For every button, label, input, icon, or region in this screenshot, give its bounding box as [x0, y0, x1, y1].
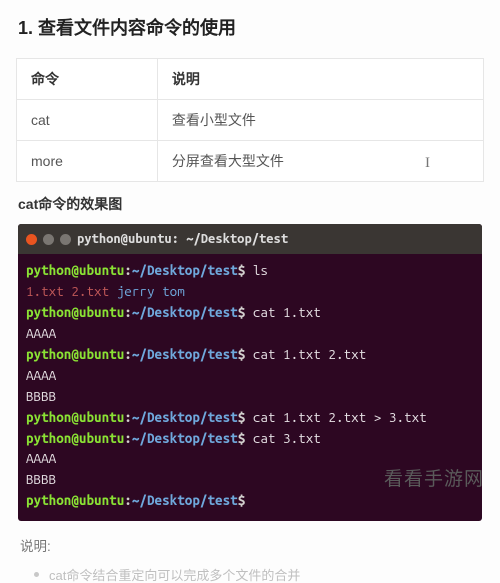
table-header-desc: 说明: [157, 59, 483, 100]
terminal-line: python@ubuntu:~/Desktop/test$ cat 1.txt: [26, 302, 474, 323]
terminal-line: BBBB: [26, 386, 474, 407]
terminal-line: python@ubuntu:~/Desktop/test$ ls: [26, 260, 474, 281]
effect-subheading: cat命令的效果图: [18, 194, 484, 214]
maximize-icon: [60, 234, 71, 245]
table-row: more 分屏查看大型文件: [17, 141, 484, 182]
cmd-cell: more: [17, 141, 158, 182]
minimize-icon: [43, 234, 54, 245]
table-row: cat 查看小型文件: [17, 100, 484, 141]
bullet-item: cat命令结合重定向可以完成多个文件的合并: [34, 565, 484, 583]
terminal-line: AAAA: [26, 365, 474, 386]
command-table: 命令 说明 cat 查看小型文件 more 分屏查看大型文件: [16, 58, 484, 182]
table-header-command: 命令: [17, 59, 158, 100]
watermark-text: 看看手游网: [384, 464, 484, 491]
desc-cell: 查看小型文件: [157, 100, 483, 141]
section-title: 1. 查看文件内容命令的使用: [18, 14, 484, 40]
note-label: 说明:: [20, 535, 484, 555]
close-icon: [26, 234, 37, 245]
table-header-row: 命令 说明: [17, 59, 484, 100]
bullet-dot-icon: [34, 572, 39, 577]
terminal-line: python@ubuntu:~/Desktop/test$: [26, 490, 474, 511]
desc-cell: 分屏查看大型文件: [157, 141, 483, 182]
terminal-line: python@ubuntu:~/Desktop/test$ cat 3.txt: [26, 428, 474, 449]
terminal-line: AAAA: [26, 323, 474, 344]
terminal-line: python@ubuntu:~/Desktop/test$ cat 1.txt …: [26, 407, 474, 428]
terminal-line: 1.txt 2.txt jerry tom: [26, 281, 474, 302]
terminal-title-text: python@ubuntu: ~/Desktop/test: [77, 229, 288, 249]
terminal-titlebar: python@ubuntu: ~/Desktop/test: [18, 224, 482, 254]
text-cursor-icon: I: [425, 155, 430, 172]
cmd-cell: cat: [17, 100, 158, 141]
terminal-line: python@ubuntu:~/Desktop/test$ cat 1.txt …: [26, 344, 474, 365]
bullet-text: cat命令结合重定向可以完成多个文件的合并: [49, 565, 300, 583]
document-page: 1. 查看文件内容命令的使用 命令 说明 cat 查看小型文件 more 分屏查…: [0, 0, 500, 583]
